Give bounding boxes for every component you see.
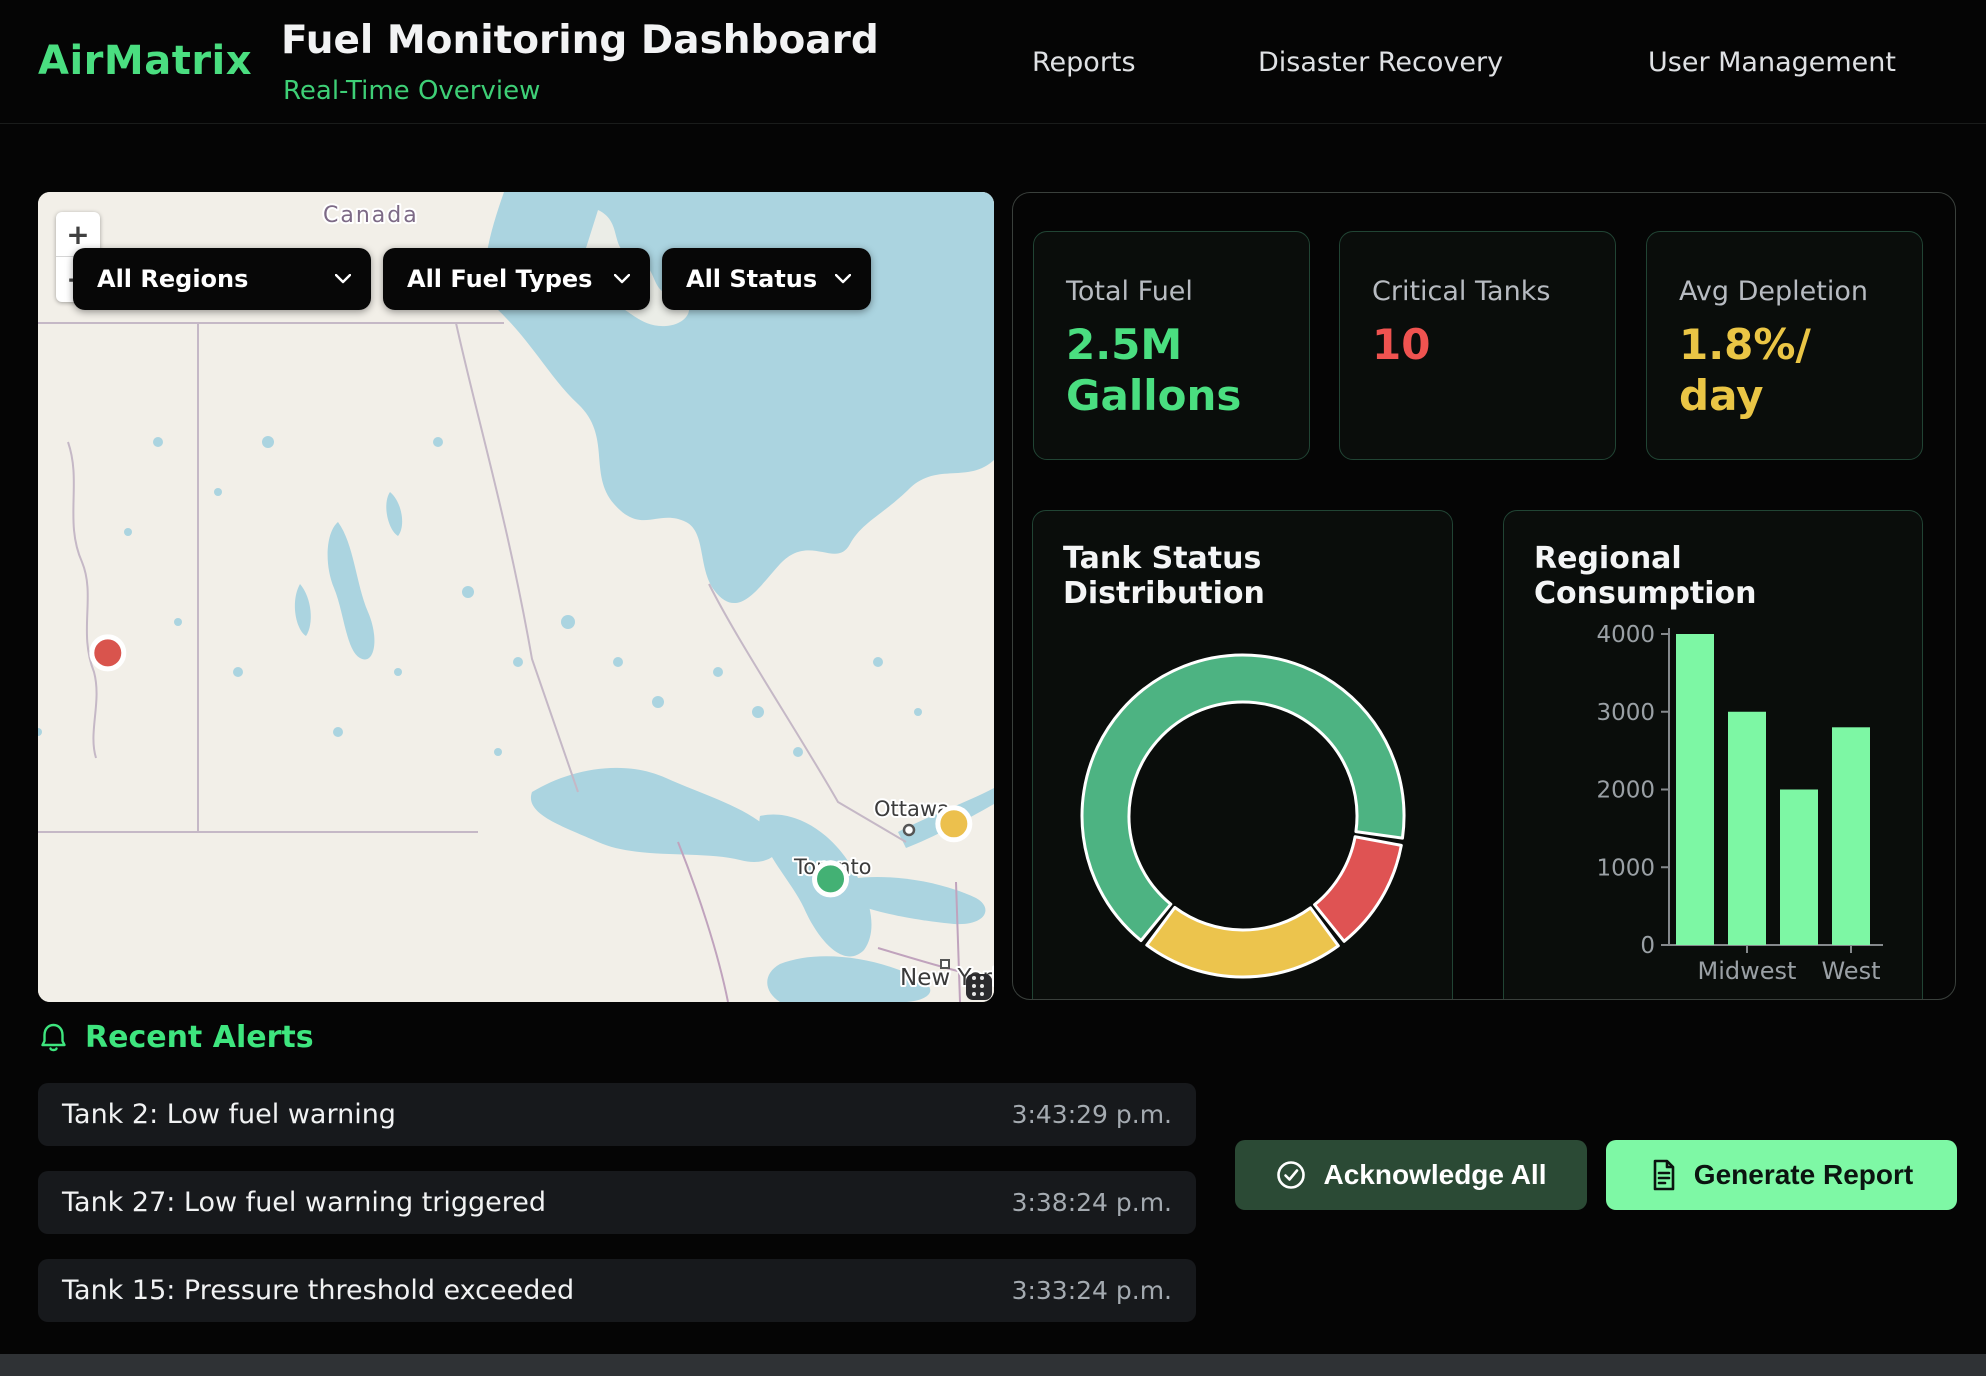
stat-card-total-fuel: Total Fuel 2.5M Gallons [1033,231,1310,460]
stat-value: 10 [1372,319,1547,370]
alert-message: Tank 2: Low fuel warning [62,1099,396,1130]
acknowledge-all-button[interactable]: Acknowledge All [1235,1140,1587,1210]
y-axis-tick-label: 4000 [1596,622,1655,648]
tank-marker-critical[interactable] [92,637,124,669]
top-navigation-bar: AirMatrix Fuel Monitoring Dashboard Real… [0,0,1986,124]
chevron-down-icon [614,274,630,284]
map-resize-handle[interactable] [966,974,992,1000]
status-filter-value: All Status [686,265,817,293]
nav-reports[interactable]: Reports [1032,47,1136,78]
alert-row[interactable]: Tank 15: Pressure threshold exceeded 3:3… [38,1259,1196,1322]
alert-timestamp: 3:33:24 p.m. [1012,1276,1172,1305]
tank-marker-normal[interactable] [815,863,847,895]
generate-report-label: Generate Report [1694,1159,1913,1191]
bell-icon [40,1022,67,1053]
acknowledge-all-label: Acknowledge All [1323,1159,1546,1191]
x-axis-category-label: West [1821,957,1880,985]
page-title: Fuel Monitoring Dashboard [281,18,879,63]
fuel-type-filter-select[interactable]: All Fuel Types [383,248,650,310]
alert-row[interactable]: Tank 27: Low fuel warning triggered 3:38… [38,1171,1196,1234]
consumption-bar [1676,634,1714,945]
document-icon [1650,1159,1678,1191]
window-bottom-edge [0,1354,1986,1376]
tank-map[interactable]: Canada Ottawa Toronto New York + − All R… [38,192,994,1002]
alert-message: Tank 15: Pressure threshold exceeded [62,1275,574,1306]
region-filter-value: All Regions [97,265,248,293]
chart-title: Tank Status Distribution [1063,541,1422,611]
page-subtitle: Real-Time Overview [283,76,540,106]
nav-disaster-recovery[interactable]: Disaster Recovery [1258,47,1503,78]
regional-consumption-bar-chart: 0 1000 2000 3000 4000 Midwest West [1504,511,1924,1000]
stat-label: Critical Tanks [1372,276,1583,307]
y-axis-tick-label: 2000 [1596,778,1655,804]
map-filters: All Regions All Fuel Types All Status [73,248,871,310]
tank-marker-warning[interactable] [938,808,970,840]
donut-segment-warning [1147,907,1339,977]
recent-alerts-title: Recent Alerts [85,1020,314,1055]
region-filter-select[interactable]: All Regions [73,248,371,310]
chevron-down-icon [835,274,851,284]
alert-row[interactable]: Tank 2: Low fuel warning 3:43:29 p.m. [38,1083,1196,1146]
consumption-bar [1832,727,1870,945]
brand-logo[interactable]: AirMatrix [38,38,252,84]
check-circle-icon [1275,1159,1307,1191]
nav-user-management[interactable]: User Management [1648,47,1896,78]
alert-message: Tank 27: Low fuel warning triggered [62,1187,546,1218]
consumption-bar [1780,790,1818,946]
fuel-monitoring-dashboard: AirMatrix Fuel Monitoring Dashboard Real… [0,0,1986,1376]
stat-card-avg-depletion: Avg Depletion 1.8%/ day [1646,231,1923,460]
alert-timestamp: 3:38:24 p.m. [1012,1188,1172,1217]
chevron-down-icon [335,274,351,284]
consumption-bar [1728,712,1766,945]
stat-label: Total Fuel [1066,276,1277,307]
y-axis-tick-label: 1000 [1596,855,1655,881]
status-filter-select[interactable]: All Status [662,248,871,310]
map-canvas: Canada Ottawa Toronto New York [38,192,994,1002]
stat-value: 2.5M Gallons [1066,319,1241,421]
x-axis-category-label: Midwest [1698,957,1797,985]
generate-report-button[interactable]: Generate Report [1606,1140,1957,1210]
map-label-canada: Canada [323,203,419,228]
regional-consumption-card: Regional Consumption 01000200030004000Mi… [1503,510,1923,1000]
metrics-panel: Total Fuel 2.5M Gallons Critical Tanks 1… [1012,192,1956,1000]
y-axis-tick-label: 3000 [1596,700,1655,726]
donut-segment-critical [1315,837,1402,942]
stat-label: Avg Depletion [1679,276,1890,307]
alert-timestamp: 3:43:29 p.m. [1012,1100,1172,1129]
stat-card-critical-tanks: Critical Tanks 10 [1339,231,1616,460]
fuel-type-filter-value: All Fuel Types [407,265,592,293]
recent-alerts-header: Recent Alerts [40,1020,314,1055]
y-axis-tick-label: 0 [1640,933,1655,959]
tank-status-donut-chart [1073,646,1413,986]
stat-value: 1.8%/ day [1679,319,1854,421]
tank-status-distribution-card: Tank Status Distribution [1032,510,1453,1000]
